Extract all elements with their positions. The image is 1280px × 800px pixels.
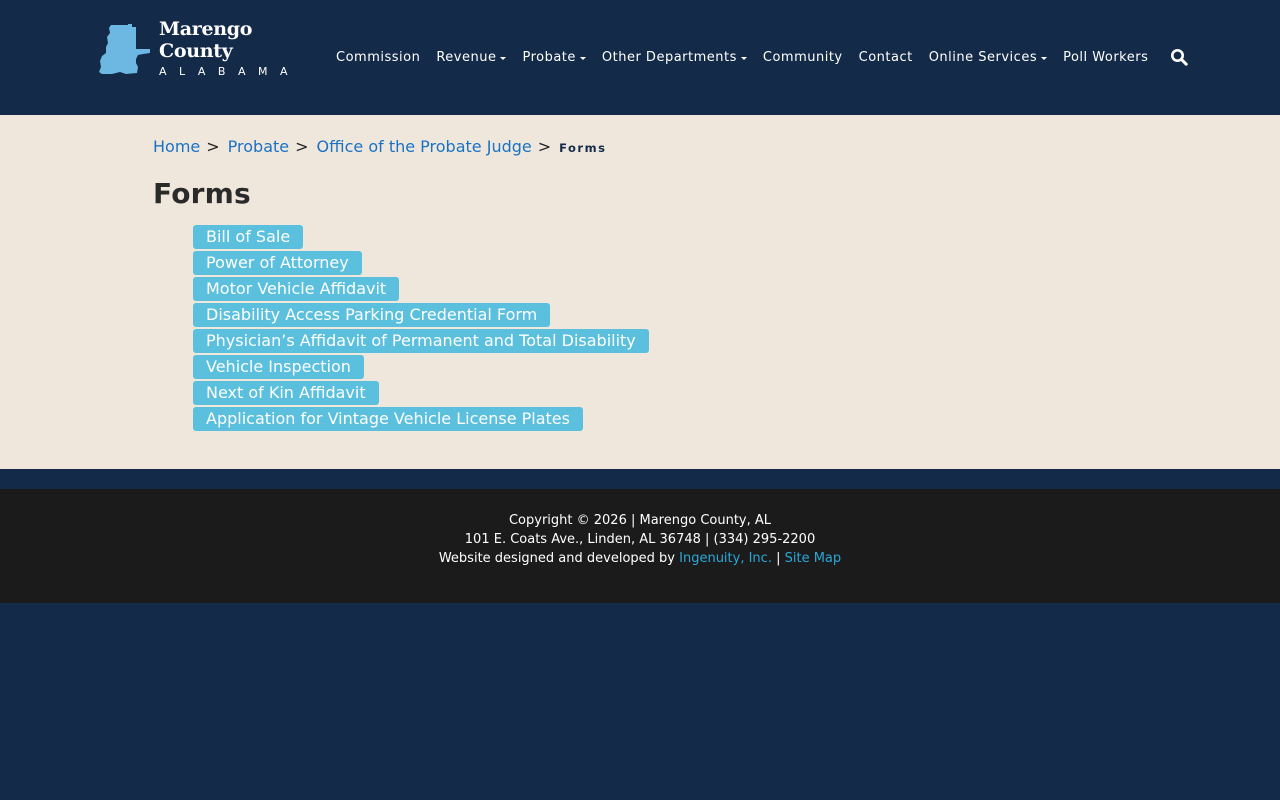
form-link-vintage-plates[interactable]: Application for Vintage Vehicle License …: [193, 407, 583, 431]
page-title: Forms: [153, 177, 251, 210]
site-footer: Copyright © 2026 | Marengo County, AL 10…: [0, 489, 1280, 603]
nav-community[interactable]: Community: [763, 50, 843, 65]
site-header: Marengo County ALABAMA Commission Revenu…: [0, 0, 1280, 115]
breadcrumb-separator: >: [206, 137, 220, 156]
nav-probate[interactable]: Probate: [522, 49, 586, 65]
caret-down-icon: [579, 56, 586, 60]
breadcrumb-home[interactable]: Home: [153, 137, 200, 156]
main-nav: Commission Revenue Probate Other Departm…: [336, 47, 1148, 67]
footer-divider: |: [776, 551, 781, 566]
list-item: Application for Vintage Vehicle License …: [193, 407, 649, 433]
search-icon[interactable]: [1170, 48, 1188, 66]
sitemap-link[interactable]: Site Map: [785, 551, 842, 566]
forms-list: Bill of Sale Power of Attorney Motor Veh…: [193, 225, 649, 433]
footer-address: 101 E. Coats Ave., Linden, AL 36748 | (3…: [464, 532, 816, 547]
nav-label: Contact: [858, 49, 913, 65]
form-link-bill-of-sale[interactable]: Bill of Sale: [193, 225, 304, 249]
nav-label: Poll Workers: [1063, 49, 1149, 65]
nav-label: Community: [762, 49, 843, 65]
form-link-physicians-affidavit[interactable]: Physician’s Affidavit of Permanent and T…: [193, 329, 649, 353]
caret-down-icon: [500, 56, 507, 60]
nav-commission[interactable]: Commission: [336, 50, 420, 65]
nav-contact[interactable]: Contact: [859, 50, 913, 65]
list-item: Physician’s Affidavit of Permanent and T…: [193, 329, 649, 355]
nav-label: Probate: [522, 49, 576, 65]
form-link-power-of-attorney[interactable]: Power of Attorney: [193, 251, 362, 275]
nav-other-departments[interactable]: Other Departments: [602, 50, 747, 65]
list-item: Disability Access Parking Credential For…: [193, 303, 649, 329]
breadcrumb: Home > Probate > Office of the Probate J…: [153, 137, 606, 156]
breadcrumb-separator: >: [537, 137, 552, 156]
main-content: Home > Probate > Office of the Probate J…: [0, 115, 1280, 469]
nav-label: Commission: [336, 49, 421, 65]
footer-spacer: [0, 469, 1280, 489]
breadcrumb-probate[interactable]: Probate: [228, 137, 289, 156]
list-item: Power of Attorney: [193, 251, 649, 277]
list-item: Next of Kin Affidavit: [193, 381, 649, 407]
site-logo[interactable]: Marengo County ALABAMA: [98, 18, 323, 78]
list-item: Bill of Sale: [193, 225, 649, 251]
footer-credit-text: Website designed and developed by: [438, 551, 675, 566]
logo-title: Marengo County: [159, 18, 253, 62]
nav-label: Revenue: [436, 49, 497, 65]
footer-copyright: Copyright © 2026 | Marengo County, AL: [508, 513, 772, 528]
form-link-motor-vehicle-affidavit[interactable]: Motor Vehicle Affidavit: [193, 277, 400, 301]
breadcrumb-separator: >: [295, 137, 309, 156]
form-link-disability-parking[interactable]: Disability Access Parking Credential For…: [193, 303, 551, 327]
list-item: Motor Vehicle Affidavit: [193, 277, 649, 303]
caret-down-icon: [740, 56, 747, 60]
county-map-icon: [99, 24, 150, 74]
logo-subtitle: ALABAMA: [159, 65, 301, 78]
nav-online-services[interactable]: Online Services: [928, 49, 1048, 65]
nav-revenue[interactable]: Revenue: [436, 49, 507, 65]
footer-credit: Website designed and developed by Ingenu…: [0, 549, 1280, 568]
nav-label: Other Departments: [601, 49, 737, 65]
nav-poll-workers[interactable]: Poll Workers: [1063, 50, 1148, 65]
form-link-vehicle-inspection[interactable]: Vehicle Inspection: [193, 355, 364, 379]
breadcrumb-office[interactable]: Office of the Probate Judge: [317, 137, 532, 156]
developer-link[interactable]: Ingenuity, Inc.: [679, 551, 772, 566]
form-link-next-of-kin[interactable]: Next of Kin Affidavit: [193, 381, 379, 405]
list-item: Vehicle Inspection: [193, 355, 649, 381]
caret-down-icon: [1041, 56, 1048, 60]
breadcrumb-current: Forms: [559, 141, 607, 155]
nav-label: Online Services: [928, 49, 1038, 65]
